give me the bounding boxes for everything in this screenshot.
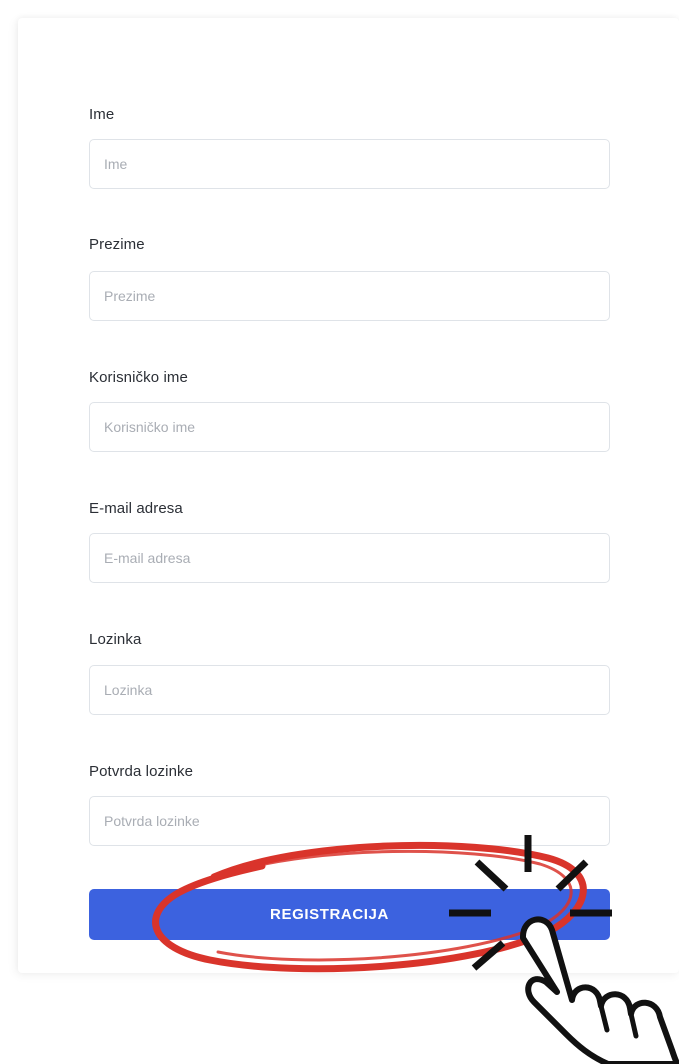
password-label: Lozinka <box>89 631 142 648</box>
last-name-input[interactable] <box>89 271 610 321</box>
first-name-label: Ime <box>89 106 115 123</box>
last-name-label: Prezime <box>89 236 145 253</box>
username-input[interactable] <box>89 402 610 452</box>
confirm-password-label: Potvrda lozinke <box>89 763 194 780</box>
register-button[interactable]: REGISTRACIJA <box>89 889 610 940</box>
username-label: Korisničko ime <box>89 369 188 386</box>
first-name-input[interactable] <box>89 139 610 189</box>
register-button-label: REGISTRACIJA <box>270 906 389 923</box>
password-input[interactable] <box>89 665 610 715</box>
email-input[interactable] <box>89 533 610 583</box>
registration-page: Ime Prezime Korisničko ime E-mail adresa… <box>0 0 679 1064</box>
confirm-password-input[interactable] <box>89 796 610 846</box>
email-label: E-mail adresa <box>89 500 183 517</box>
